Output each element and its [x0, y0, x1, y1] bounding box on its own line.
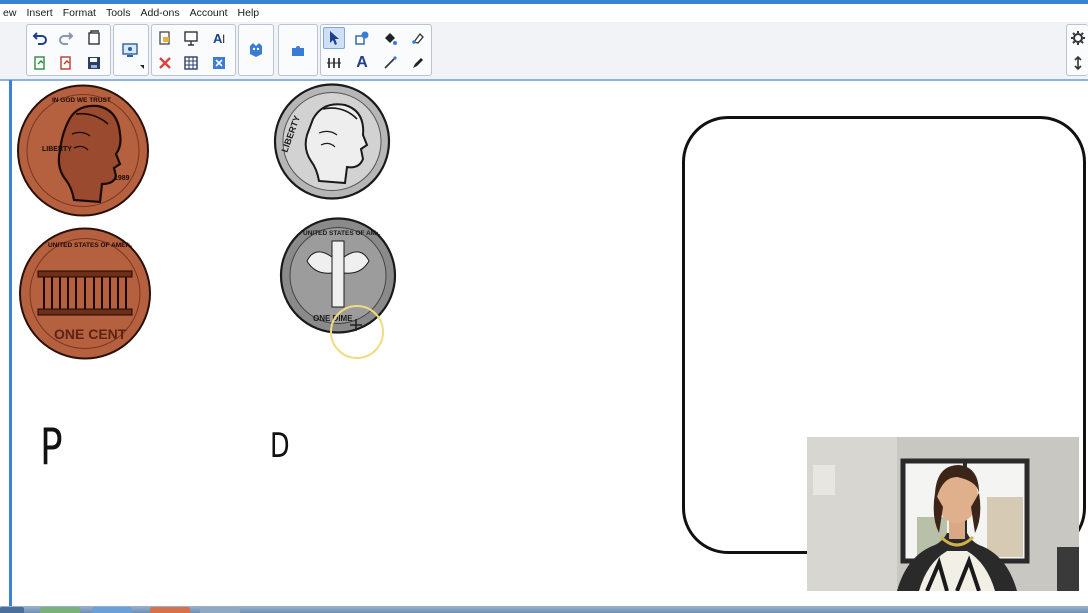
- table-icon[interactable]: [180, 52, 202, 74]
- drawing-tools-group: A: [320, 24, 432, 76]
- edit-group: [26, 24, 111, 76]
- penny-motto-text: IN GOD WE TRUST: [52, 97, 111, 104]
- capture-group: [113, 24, 149, 76]
- penny-front-image[interactable]: LIBERTY 1989 IN GOD WE TRUST: [16, 84, 150, 217]
- settings-icon[interactable]: [1067, 27, 1088, 49]
- addons-group: [278, 24, 318, 76]
- webcam-video-overlay: [807, 437, 1079, 591]
- taskbar-app-4[interactable]: [200, 607, 240, 613]
- spell-check-mark: |: [222, 32, 225, 43]
- penny-back-top-text: UNITED STATES OF AMERICA: [48, 242, 142, 249]
- undo-icon[interactable]: [29, 27, 51, 49]
- redo-icon[interactable]: [55, 27, 77, 49]
- settings-group: [1066, 24, 1088, 76]
- webcam-image: [807, 437, 1079, 591]
- extensions-group: [238, 24, 274, 76]
- line-tool-icon[interactable]: [379, 52, 401, 74]
- text-tool-icon[interactable]: A: [351, 52, 373, 74]
- letter-d-label[interactable]: D: [270, 426, 290, 466]
- eraser-icon[interactable]: [407, 27, 429, 49]
- taskbar-app-1[interactable]: [40, 607, 80, 613]
- dropdown-arrow-icon[interactable]: [140, 65, 144, 69]
- penny-back-bottom-text: ONE CENT: [54, 326, 127, 342]
- menu-account[interactable]: Account: [185, 7, 233, 19]
- toolbar: A | A: [0, 22, 1088, 81]
- spell-check-label: A: [213, 30, 223, 46]
- screen-shade-icon[interactable]: [180, 27, 202, 49]
- scroll-icon[interactable]: [1067, 52, 1088, 74]
- pdf-icon[interactable]: [55, 52, 77, 74]
- menu-add-ons[interactable]: Add-ons: [135, 7, 184, 19]
- menu-view[interactable]: ew: [0, 7, 21, 19]
- menu-format[interactable]: Format: [58, 7, 101, 19]
- move-cursor-icon: [350, 318, 362, 331]
- fit-page-icon[interactable]: [208, 52, 230, 74]
- page-icon[interactable]: [83, 27, 105, 49]
- taskbar-app-3[interactable]: [150, 607, 190, 613]
- puzzle-icon[interactable]: [287, 39, 309, 61]
- open-file-icon[interactable]: [29, 52, 51, 74]
- lines-icon[interactable]: [323, 52, 345, 74]
- dime-front-image[interactable]: LIBERTY: [273, 83, 391, 200]
- pen-icon[interactable]: [407, 52, 429, 74]
- select-arrow-icon[interactable]: [323, 27, 345, 49]
- fill-icon[interactable]: [379, 27, 401, 49]
- penny-year-text: 1989: [114, 175, 130, 182]
- penny-back-image[interactable]: UNITED STATES OF AMERICA ONE CENT: [18, 227, 152, 360]
- cursor-highlight-ring: [330, 305, 384, 359]
- penny-liberty-text: LIBERTY: [42, 146, 72, 153]
- application-window: ew Insert Format Tools Add-ons Account H…: [0, 0, 1088, 613]
- menu-help[interactable]: Help: [233, 7, 265, 19]
- extensions-icon[interactable]: [245, 39, 267, 61]
- screen-capture-icon[interactable]: [119, 39, 141, 61]
- delete-icon[interactable]: [154, 52, 176, 74]
- text-tool-label: A: [356, 54, 368, 71]
- letter-p-label[interactable]: P: [40, 418, 63, 476]
- start-button[interactable]: [0, 607, 24, 613]
- shapes-icon[interactable]: [351, 27, 373, 49]
- save-icon[interactable]: [83, 52, 105, 74]
- menu-tools[interactable]: Tools: [101, 7, 136, 19]
- taskbar-app-2[interactable]: [92, 607, 132, 613]
- os-taskbar: [0, 606, 1088, 613]
- menu-bar: ew Insert Format Tools Add-ons Account H…: [0, 4, 1088, 22]
- spell-check-icon[interactable]: A |: [208, 27, 230, 49]
- menu-insert[interactable]: Insert: [21, 7, 57, 19]
- page-sorter-icon[interactable]: [154, 27, 176, 49]
- page-tools-group: A |: [151, 24, 236, 76]
